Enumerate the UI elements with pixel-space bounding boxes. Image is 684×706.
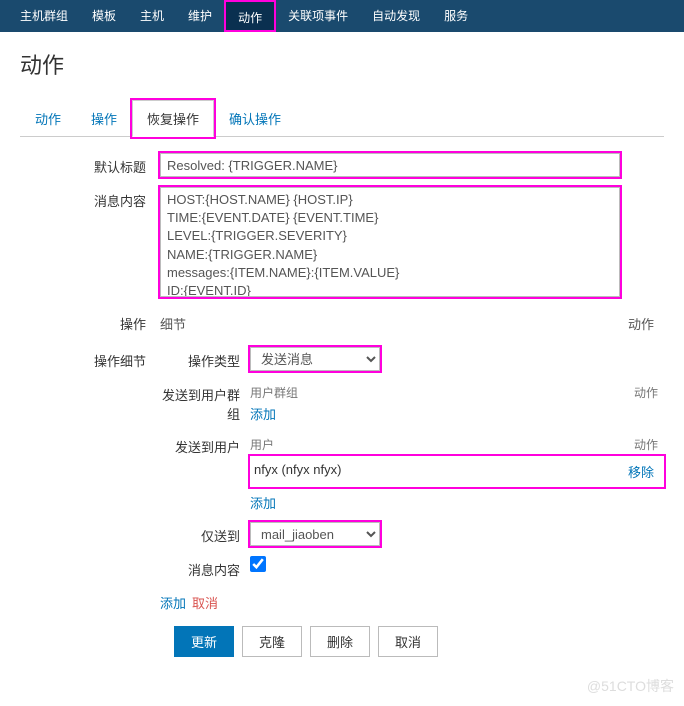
msg-content-label: 消息内容 bbox=[160, 556, 250, 579]
only-to-label: 仅送到 bbox=[160, 522, 250, 545]
col-action-2: 动作 bbox=[614, 436, 664, 453]
update-button[interactable]: 更新 bbox=[174, 626, 234, 657]
usergroup-table-header: 用户群组 动作 bbox=[250, 381, 664, 404]
form-buttons: 更新 克隆 删除 取消 bbox=[174, 626, 664, 657]
message-label: 消息内容 bbox=[20, 187, 160, 210]
topnav-item-0[interactable]: 主机群组 bbox=[8, 0, 80, 32]
topnav-item-3[interactable]: 维护 bbox=[176, 0, 224, 32]
user-name: nfyx (nfyx nfyx) bbox=[254, 462, 610, 481]
default-title-label: 默认标题 bbox=[20, 153, 160, 176]
user-table-header: 用户 动作 bbox=[250, 433, 664, 456]
cancel-op-link[interactable]: 取消 bbox=[192, 593, 218, 612]
watermark: @51CTO博客 bbox=[587, 676, 674, 696]
op-detail-label: 操作细节 bbox=[20, 347, 160, 370]
add-user-link[interactable]: 添加 bbox=[250, 496, 276, 511]
ops-label: 操作 bbox=[20, 310, 160, 333]
ops-table-header: 细节 动作 bbox=[160, 310, 664, 337]
add-usergroup-link[interactable]: 添加 bbox=[250, 407, 276, 422]
remove-user-link[interactable]: 移除 bbox=[628, 465, 654, 480]
msg-content-checkbox[interactable] bbox=[250, 556, 266, 572]
topnav-item-1[interactable]: 模板 bbox=[80, 0, 128, 32]
tab-1[interactable]: 操作 bbox=[76, 100, 132, 136]
send-groups-label: 发送到用户群组 bbox=[160, 381, 250, 423]
col-user: 用户 bbox=[250, 436, 614, 453]
send-users-label: 发送到用户 bbox=[160, 433, 250, 456]
add-op-link[interactable]: 添加 bbox=[160, 593, 186, 612]
tab-0[interactable]: 动作 bbox=[20, 100, 76, 136]
topnav-item-7[interactable]: 服务 bbox=[432, 0, 480, 32]
tab-2[interactable]: 恢复操作 bbox=[132, 100, 214, 137]
topnav-item-4[interactable]: 动作 bbox=[224, 0, 276, 32]
only-to-select[interactable]: mail_jiaoben bbox=[250, 522, 380, 546]
clone-button[interactable]: 克隆 bbox=[242, 626, 302, 657]
page-title: 动作 bbox=[0, 32, 684, 88]
user-row: nfyx (nfyx nfyx) 移除 bbox=[250, 456, 664, 487]
col-action: 动作 bbox=[614, 384, 664, 401]
op-type-select[interactable]: 发送消息 bbox=[250, 347, 380, 371]
topnav-item-2[interactable]: 主机 bbox=[128, 0, 176, 32]
message-textarea[interactable] bbox=[160, 187, 620, 297]
cancel-button[interactable]: 取消 bbox=[378, 626, 438, 657]
tab-3[interactable]: 确认操作 bbox=[214, 100, 296, 136]
top-nav: 主机群组模板主机维护动作关联项事件自动发现服务 bbox=[0, 0, 684, 32]
tabs: 动作操作恢复操作确认操作 bbox=[20, 100, 664, 137]
delete-button[interactable]: 删除 bbox=[310, 626, 370, 657]
col-usergroup: 用户群组 bbox=[250, 384, 614, 401]
recovery-ops-form: 默认标题 消息内容 操作 细节 动作 操作细节 操作类型 发送消息 bbox=[0, 137, 684, 673]
ops-col-detail: 细节 bbox=[160, 314, 604, 333]
default-title-input[interactable] bbox=[160, 153, 620, 177]
ops-col-action: 动作 bbox=[604, 314, 664, 333]
topnav-item-6[interactable]: 自动发现 bbox=[360, 0, 432, 32]
topnav-item-5[interactable]: 关联项事件 bbox=[276, 0, 360, 32]
op-type-label: 操作类型 bbox=[160, 347, 250, 370]
